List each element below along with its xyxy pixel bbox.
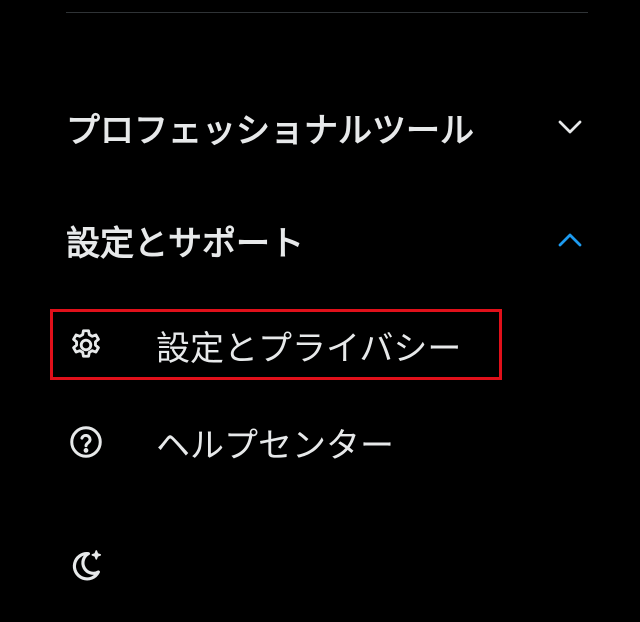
section-settings-support[interactable]: 設定とサポート — [66, 210, 588, 270]
menu-label-settings-privacy: 設定とプライバシー — [156, 328, 462, 369]
chevron-up-icon — [552, 222, 588, 258]
section-title-settings-support: 設定とサポート — [66, 223, 304, 264]
section-professional-tools[interactable]: プロフェッショナルツール — [66, 97, 588, 157]
section-title-professional-tools: プロフェッショナルツール — [66, 110, 474, 151]
menu-item-display[interactable] — [66, 534, 588, 598]
top-divider — [66, 12, 588, 13]
gear-icon — [66, 325, 106, 365]
help-circle-icon — [66, 422, 106, 462]
moon-sparkle-icon — [66, 546, 106, 586]
menu-item-help-center[interactable]: ヘルプセンター — [66, 410, 588, 474]
chevron-down-icon — [552, 109, 588, 145]
menu-item-settings-privacy[interactable]: 設定とプライバシー — [66, 313, 588, 377]
menu-label-help-center: ヘルプセンター — [156, 425, 394, 466]
